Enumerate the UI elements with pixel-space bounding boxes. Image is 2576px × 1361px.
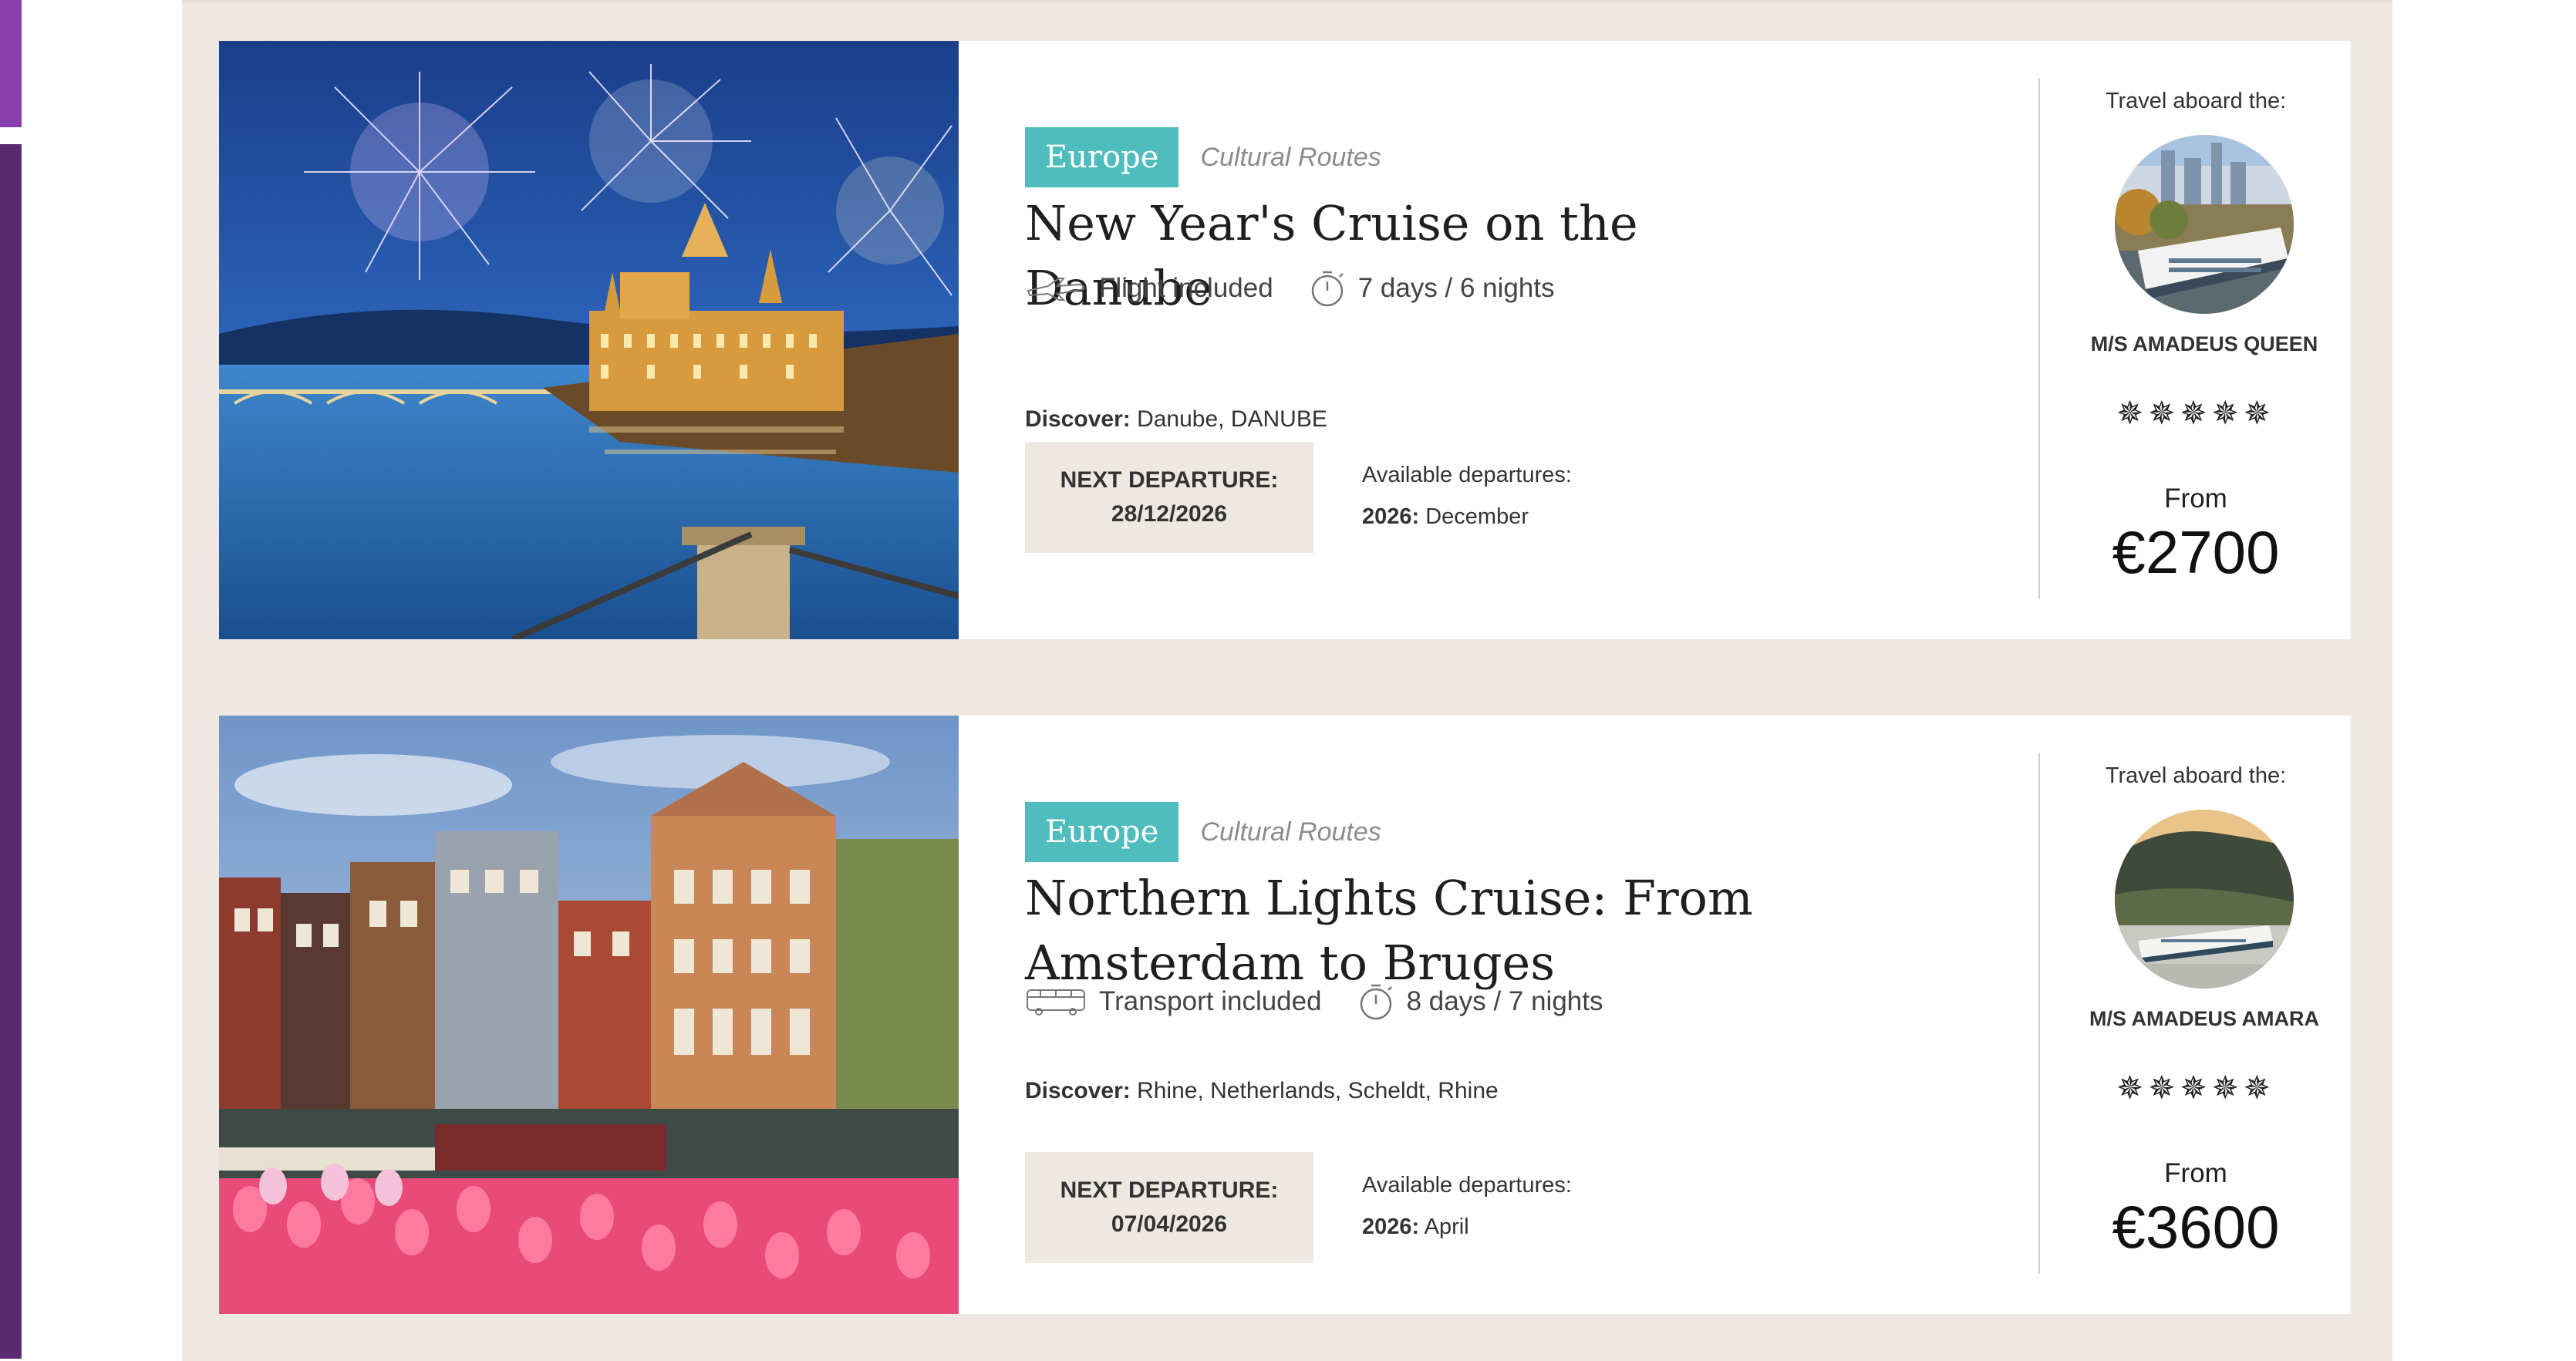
duration-feature: 7 days / 6 nights — [1309, 269, 1555, 308]
ship-name[interactable]: M/S AMADEUS AMARA — [2087, 1004, 2321, 1033]
region-tag[interactable]: Europe — [1025, 127, 1179, 187]
aboard-label: Travel aboard the: — [2105, 763, 2287, 788]
available-months: April — [1424, 1214, 1469, 1239]
discover-label: Discover: — [1025, 1078, 1131, 1103]
transport-label: Transport included — [1099, 986, 1322, 1016]
next-departure-box[interactable]: NEXT DEPARTURE: 28/12/2026 — [1025, 442, 1313, 553]
left-accent-bar — [0, 0, 22, 127]
available-year: 2026: — [1362, 504, 1420, 529]
from-label: From — [2164, 483, 2227, 514]
tag-row: Europe Cultural Routes — [1025, 127, 1381, 187]
ship-photo[interactable] — [2115, 810, 2294, 989]
ship-photo[interactable] — [2115, 135, 2294, 314]
bus-icon — [1027, 989, 1085, 1016]
ship-panel: Travel aboard the: M/S AMADEUS AMARA ✵✵✵… — [2041, 716, 2351, 1314]
aboard-label: Travel aboard the: — [2105, 89, 2287, 113]
discover-line: Discover: Rhine, Netherlands, Scheldt, R… — [1025, 1078, 1499, 1104]
discover-line: Discover: Danube, DANUBE — [1025, 406, 1327, 433]
feature-row: Flight included 7 days / 6 nights — [1025, 269, 1590, 308]
feature-row: Transport included 8 days / 7 nights — [1025, 982, 1638, 1021]
next-departure-date: 07/04/2026 — [1111, 1211, 1228, 1237]
transport-label: Flight included — [1099, 273, 1273, 303]
cruise-card[interactable]: Europe Cultural Routes Northern Lights C… — [219, 716, 2351, 1314]
available-months: December — [1425, 504, 1529, 529]
duration-feature: 8 days / 7 nights — [1357, 982, 1603, 1021]
card-divider — [2038, 78, 2040, 599]
stopwatch-icon — [1360, 984, 1392, 1020]
price: €2700 — [2112, 518, 2280, 586]
duration-label: 7 days / 6 nights — [1357, 273, 1555, 303]
available-label: Available departures: — [1362, 463, 1572, 487]
available-label: Available departures: — [1362, 1173, 1572, 1198]
available-dates: 2026: December — [1362, 496, 1572, 537]
next-departure-label: NEXT DEPARTURE: — [1060, 1177, 1279, 1203]
discover-value: Danube, DANUBE — [1137, 406, 1327, 432]
available-year: 2026: — [1362, 1214, 1420, 1239]
category-tag: Cultural Routes — [1200, 142, 1381, 172]
plane-icon — [1027, 278, 1085, 301]
ship-rating-stars: ✵✵✵✵✵ — [2116, 1070, 2275, 1106]
cruise-image[interactable] — [219, 716, 959, 1314]
next-departure-label: NEXT DEPARTURE: — [1060, 467, 1279, 493]
from-label: From — [2164, 1158, 2227, 1188]
transport-feature: Flight included — [1025, 273, 1273, 304]
card-divider — [2038, 753, 2040, 1274]
category-tag: Cultural Routes — [1200, 817, 1381, 847]
discover-value: Rhine, Netherlands, Scheldt, Rhine — [1137, 1078, 1499, 1103]
duration-label: 8 days / 7 nights — [1406, 986, 1603, 1016]
ship-rating-stars: ✵✵✵✵✵ — [2116, 395, 2275, 431]
cruise-listing: Europe Cultural Routes New Year's Cruise… — [182, 0, 2392, 1361]
transport-feature: Transport included — [1025, 986, 1322, 1017]
next-departure-box[interactable]: NEXT DEPARTURE: 07/04/2026 — [1025, 1152, 1313, 1263]
cruise-title[interactable]: Northern Lights Cruise: From Amsterdam t… — [1025, 866, 1812, 995]
ship-panel: Travel aboard the: M/S AMADEUS QUEEN ✵✵✵… — [2041, 41, 2351, 639]
discover-label: Discover: — [1025, 406, 1131, 432]
tag-row: Europe Cultural Routes — [1025, 802, 1381, 862]
available-dates: 2026: April — [1362, 1206, 1572, 1248]
next-departure-date: 28/12/2026 — [1111, 501, 1228, 527]
price: €3600 — [2112, 1193, 2280, 1261]
cruise-image[interactable] — [219, 41, 959, 639]
stopwatch-icon — [1311, 271, 1344, 307]
region-tag[interactable]: Europe — [1025, 802, 1179, 862]
left-side-panel — [0, 144, 22, 1359]
available-departures: Available departures: 2026: April — [1362, 1164, 1572, 1248]
ship-name[interactable]: M/S AMADEUS QUEEN — [2087, 329, 2321, 359]
available-departures: Available departures: 2026: December — [1362, 454, 1572, 537]
cruise-card[interactable]: Europe Cultural Routes New Year's Cruise… — [219, 41, 2351, 639]
